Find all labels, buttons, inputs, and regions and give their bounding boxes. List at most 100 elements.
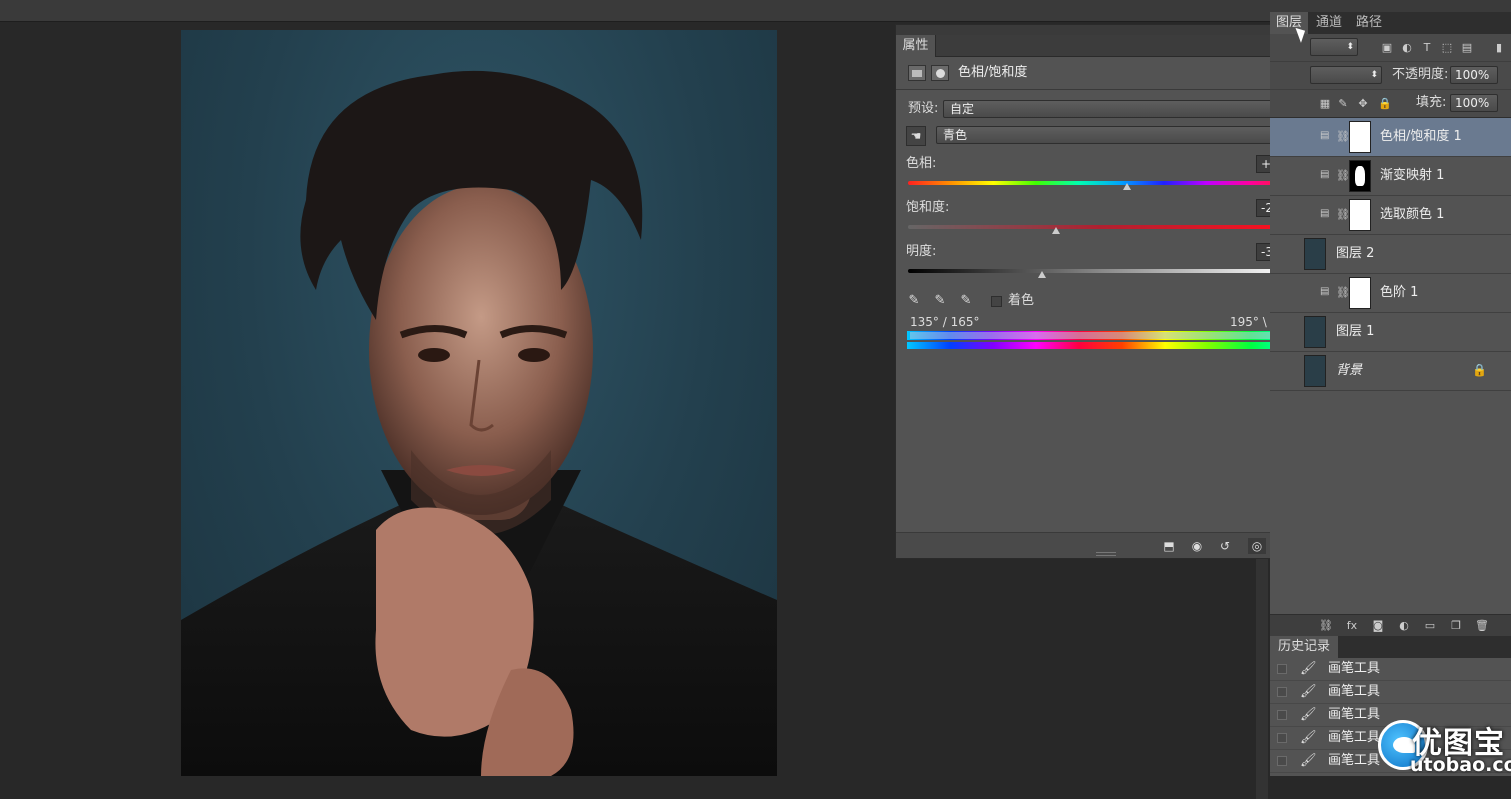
layer-thumbnail[interactable] — [1304, 238, 1326, 270]
adjustment-layer-icon: ▤ — [1320, 169, 1330, 180]
eyedropper-plus-icon[interactable]: ✎ — [932, 293, 948, 309]
channel-select[interactable]: 青色 ⬍ — [936, 126, 1296, 144]
new-layer-icon[interactable]: ❐ — [1448, 618, 1464, 634]
layer-row[interactable]: ▤ ⛓ 选取颜色 1 — [1270, 196, 1511, 235]
lock-all-icon[interactable]: 🔒 — [1378, 97, 1392, 111]
blend-mode-select[interactable]: ⬍ — [1310, 66, 1382, 84]
document-image[interactable] — [181, 30, 777, 776]
lightness-label: 明度: — [906, 244, 937, 259]
lock-fill-row: ▦ ✎ ✥ 🔒 填充: 100% — [1270, 90, 1511, 118]
watermark-logo: 优图宝 utobao.com — [1378, 718, 1511, 776]
layer-row[interactable]: ▤ ⛓ 色阶 1 — [1270, 274, 1511, 313]
filter-type-icon[interactable]: T — [1420, 41, 1434, 55]
history-snapshot-checkbox[interactable] — [1277, 756, 1287, 766]
layer-mask-thumbnail[interactable] — [1349, 277, 1371, 309]
layer-name[interactable]: 色阶 1 — [1380, 285, 1418, 301]
filter-shape-icon[interactable]: ⬚ — [1440, 41, 1454, 55]
lock-transparency-icon[interactable]: ▦ — [1318, 97, 1332, 111]
filter-toggle-icon[interactable]: ▮ — [1492, 41, 1506, 55]
layer-mask-thumbnail[interactable] — [1349, 160, 1371, 192]
fill-input[interactable]: 100% — [1450, 94, 1498, 112]
layer-thumbnail[interactable] — [1304, 355, 1326, 387]
adjustment-layer-icon: ▤ — [1320, 130, 1330, 141]
tab-paths[interactable]: 路径 — [1350, 12, 1388, 34]
brush-icon: 🖌 — [1300, 753, 1317, 768]
visibility-eye-icon[interactable] — [1270, 157, 1318, 196]
layer-row[interactable]: ▤ ⛓ 渐变映射 1 — [1270, 157, 1511, 196]
resize-grip-icon[interactable] — [1096, 552, 1116, 556]
delete-layer-icon[interactable]: 🗑 — [1474, 618, 1490, 634]
layer-name[interactable]: 色相/饱和度 1 — [1380, 129, 1462, 145]
visibility-eye-icon[interactable] — [1270, 274, 1318, 313]
filter-smart-object-icon[interactable]: ▤ — [1460, 41, 1474, 55]
color-range-selection[interactable] — [910, 332, 1288, 339]
layers-bottom-bar: ⛓ fx ◙ ◐ ▭ ❐ 🗑 — [1270, 614, 1511, 636]
link-layers-icon[interactable]: ⛓ — [1318, 618, 1334, 634]
colorize-checkbox[interactable] — [991, 296, 1002, 307]
add-mask-icon[interactable]: ◙ — [1370, 618, 1386, 634]
lock-image-icon[interactable]: ✎ — [1336, 97, 1350, 111]
layer-mask-thumbnail[interactable] — [1349, 199, 1371, 231]
link-icon[interactable]: ⛓ — [1336, 208, 1350, 221]
lock-icon: 🔒 — [1472, 363, 1487, 377]
history-snapshot-checkbox[interactable] — [1277, 710, 1287, 720]
visibility-eye-icon[interactable] — [1270, 118, 1318, 157]
hue-slider-track[interactable] — [908, 181, 1292, 185]
link-icon[interactable]: ⛓ — [1336, 130, 1350, 143]
new-group-icon[interactable]: ▭ — [1422, 618, 1438, 634]
eyedropper-minus-icon[interactable]: ✎ — [958, 293, 974, 309]
link-icon[interactable]: ⛓ — [1336, 169, 1350, 182]
color-range-bar-top[interactable] — [907, 331, 1294, 340]
lock-position-icon[interactable]: ✥ — [1356, 97, 1370, 111]
eyedropper-icon[interactable]: ✎ — [906, 293, 922, 309]
history-snapshot-checkbox[interactable] — [1277, 664, 1287, 674]
lightness-slider-track[interactable] — [908, 269, 1292, 273]
fx-icon[interactable]: fx — [1344, 618, 1360, 634]
opacity-input[interactable]: 100% — [1450, 66, 1498, 84]
properties-panel[interactable]: ◂◂ ✕ 属性 ≡ 色相/饱和度 预设: 自定 ⬍ ☚ 青色 ⬍ 色相: +14… — [895, 24, 1318, 559]
filter-adjustment-icon[interactable]: ◐ — [1400, 41, 1414, 55]
filter-pixel-icon[interactable]: ▣ — [1380, 41, 1394, 55]
history-snapshot-checkbox[interactable] — [1277, 733, 1287, 743]
saturation-slider-thumb[interactable] — [1051, 227, 1060, 234]
tab-properties[interactable]: 属性 — [896, 35, 936, 57]
visibility-eye-icon[interactable]: ◎ — [1248, 538, 1266, 554]
layer-mask-icon[interactable] — [931, 65, 949, 81]
layer-row[interactable]: ▤ ⛓ 色相/饱和度 1 — [1270, 118, 1511, 157]
layer-row[interactable]: 背景 🔒 — [1270, 352, 1511, 391]
link-icon[interactable]: ⛓ — [1336, 286, 1350, 299]
layer-name[interactable]: 图层 1 — [1336, 324, 1374, 340]
tab-history[interactable]: 历史记录 — [1270, 636, 1339, 658]
layer-mask-thumbnail[interactable] — [1349, 121, 1371, 153]
view-previous-icon[interactable]: ◉ — [1188, 538, 1206, 554]
layer-row[interactable]: 图层 2 — [1270, 235, 1511, 274]
saturation-slider-track[interactable] — [908, 225, 1292, 229]
clip-to-layer-icon[interactable]: ⬒ — [1160, 538, 1178, 554]
layer-filter-select[interactable]: ⬍ — [1310, 38, 1358, 56]
lightness-slider-thumb[interactable] — [1038, 271, 1047, 278]
opacity-label: 不透明度: — [1392, 67, 1449, 82]
history-item-label: 画笔工具 — [1328, 753, 1381, 768]
tab-channels[interactable]: 通道 — [1310, 12, 1348, 34]
properties-panel-titlebar[interactable]: ◂◂ ✕ — [896, 25, 1317, 35]
history-item[interactable]: 🖌 画笔工具 — [1270, 681, 1511, 704]
adjustment-layer-icon[interactable] — [908, 65, 926, 81]
adjustment-layer-icon: ▤ — [1320, 286, 1330, 297]
visibility-eye-icon[interactable] — [1270, 196, 1318, 235]
layer-thumbnail[interactable] — [1304, 316, 1326, 348]
history-snapshot-checkbox[interactable] — [1277, 687, 1287, 697]
preset-select[interactable]: 自定 ⬍ — [943, 100, 1296, 118]
layers-panel[interactable]: ⬍ ▣ ◐ T ⬚ ▤ ▮ ⬍ 不透明度: 100% ▦ ✎ ✥ 🔒 填充: 1… — [1270, 34, 1511, 619]
hue-slider-thumb[interactable] — [1122, 183, 1131, 190]
layer-row[interactable]: 图层 1 — [1270, 313, 1511, 352]
new-adjustment-icon[interactable]: ◐ — [1396, 618, 1412, 634]
reset-icon[interactable]: ↺ — [1216, 538, 1234, 554]
layer-name[interactable]: 图层 2 — [1336, 246, 1374, 262]
channel-select-value: 青色 — [943, 128, 968, 142]
brush-icon: 🖌 — [1300, 684, 1317, 699]
history-item[interactable]: 🖌 画笔工具 — [1270, 658, 1511, 681]
layer-name[interactable]: 渐变映射 1 — [1380, 168, 1444, 184]
targeted-adjustment-hand-icon[interactable]: ☚ — [906, 126, 926, 146]
layer-name[interactable]: 背景 — [1336, 363, 1362, 379]
layer-name[interactable]: 选取颜色 1 — [1380, 207, 1444, 223]
